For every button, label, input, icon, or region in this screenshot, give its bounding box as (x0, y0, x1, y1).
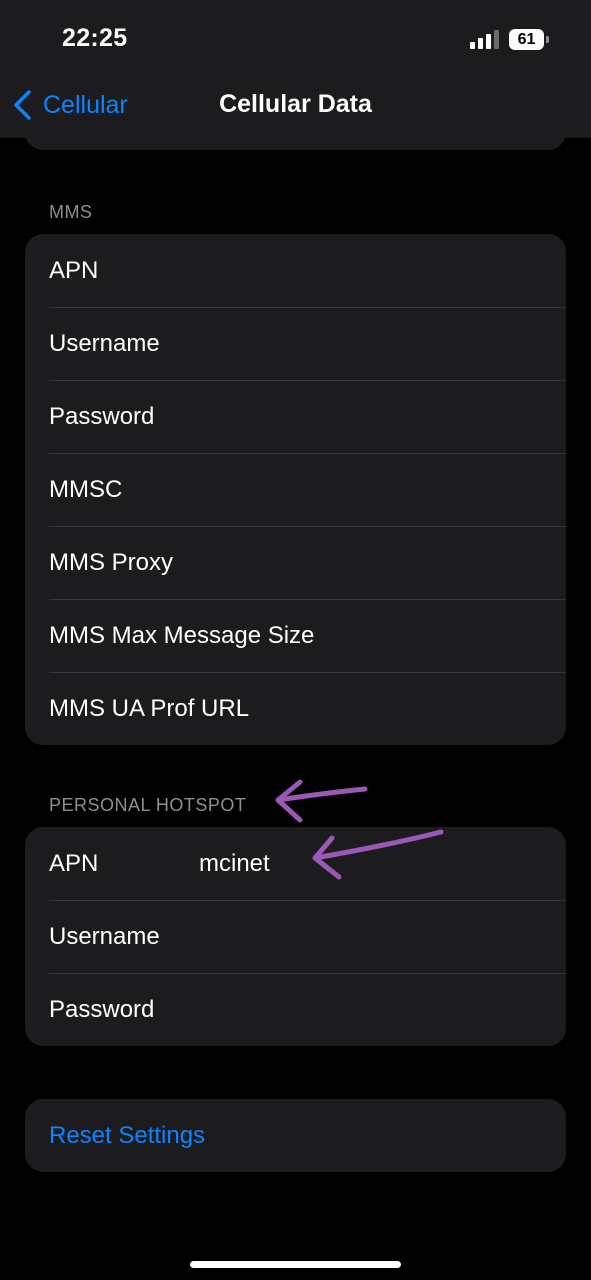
status-bar: 22:25 61 (0, 0, 591, 70)
battery-icon: 61 (509, 29, 551, 50)
row-label: MMSC (49, 475, 123, 503)
mms-proxy-row[interactable]: MMS Proxy (25, 526, 566, 599)
hotspot-apn-row[interactable]: APN mcinet (25, 827, 566, 900)
row-label: Password (49, 995, 155, 1023)
status-time: 22:25 (62, 24, 128, 52)
mms-group: APN Username Password MMSC MMS Proxy MMS… (25, 234, 566, 745)
hotspot-username-row[interactable]: Username (25, 900, 566, 973)
annotation-arrow-icon (275, 779, 368, 823)
annotation-arrow-icon (312, 829, 444, 880)
previous-group-edge (25, 126, 566, 150)
mms-apn-row[interactable]: APN (25, 234, 566, 307)
page-title: Cellular Data (219, 90, 372, 118)
mms-username-row[interactable]: Username (25, 307, 566, 380)
row-label: Username (49, 922, 160, 950)
section-header-personal-hotspot: PERSONAL HOTSPOT (49, 795, 247, 815)
row-label: MMS UA Prof URL (49, 694, 250, 722)
personal-hotspot-group: APN mcinet Username Password (25, 827, 566, 1046)
hotspot-password-row[interactable]: Password (25, 973, 566, 1046)
mmsc-row[interactable]: MMSC (25, 453, 566, 526)
row-label: Password (49, 402, 155, 430)
hotspot-apn-field[interactable]: mcinet (199, 850, 270, 878)
mms-ua-prof-url-row[interactable]: MMS UA Prof URL (25, 672, 566, 745)
battery-level: 61 (509, 29, 544, 50)
reset-group: Reset Settings (25, 1099, 566, 1172)
reset-settings-label: Reset Settings (49, 1121, 206, 1149)
mms-max-size-row[interactable]: MMS Max Message Size (25, 599, 566, 672)
reset-settings-button[interactable]: Reset Settings (25, 1099, 566, 1172)
section-header-mms: MMS (49, 202, 93, 222)
cellular-signal-icon (470, 30, 499, 49)
home-indicator[interactable] (190, 1261, 401, 1268)
row-label: MMS Max Message Size (49, 621, 315, 649)
mms-password-row[interactable]: Password (25, 380, 566, 453)
row-label: APN (49, 849, 99, 877)
row-label: APN (49, 256, 99, 284)
row-label: Username (49, 329, 160, 357)
battery-tip (546, 36, 549, 43)
row-label: MMS Proxy (49, 548, 174, 576)
